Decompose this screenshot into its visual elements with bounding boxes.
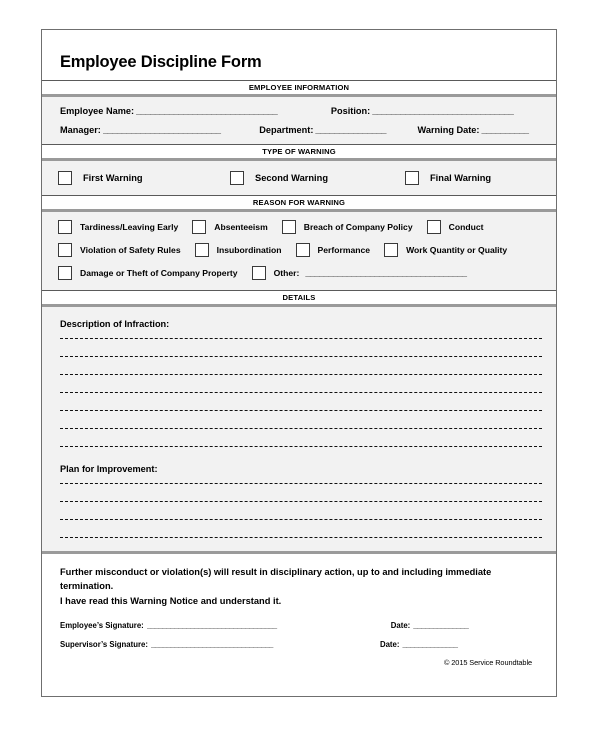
description-line[interactable] xyxy=(60,374,542,375)
form-header: Employee Discipline Form xyxy=(42,30,556,80)
description-line[interactable] xyxy=(60,356,542,357)
reason-option-performance[interactable]: Performance xyxy=(295,243,385,257)
description-line[interactable] xyxy=(60,446,542,447)
plan-line[interactable] xyxy=(60,537,542,538)
plan-for-improvement-label: Plan for Improvement: xyxy=(60,464,158,474)
employee-info-row-2: Manager: _________________________ Depar… xyxy=(60,125,542,135)
section-header-type-of-warning: TYPE OF WARNING xyxy=(42,144,556,161)
checkbox-icon[interactable] xyxy=(295,243,310,257)
supervisor-signature-row: Supervisor’s Signature: ________________… xyxy=(60,640,540,649)
reason-option-other[interactable]: Other: _________________________________… xyxy=(251,266,521,280)
checkbox-icon[interactable] xyxy=(405,171,419,185)
description-line[interactable] xyxy=(60,338,542,339)
department-label: Department: xyxy=(259,125,314,135)
employee-information-fields: Employee Name: _________________________… xyxy=(42,97,556,144)
checkbox-icon[interactable] xyxy=(281,220,296,234)
reason-option-conduct[interactable]: Conduct xyxy=(426,220,498,234)
reason-row-1: Tardiness/Leaving Early Absenteeism Brea… xyxy=(58,220,546,234)
other-input[interactable]: ___________________________________ xyxy=(305,268,520,278)
section-header-label: REASON FOR WARNING xyxy=(252,198,346,207)
details-section: Description of Infraction: Plan for Impr… xyxy=(42,307,556,551)
warning-date-label: Warning Date: xyxy=(417,125,480,135)
section-header-label: EMPLOYEE INFORMATION xyxy=(248,83,350,92)
reason-option-label: Insubordination xyxy=(216,245,282,255)
warning-option-final[interactable]: Final Warning xyxy=(405,171,491,185)
employee-name-label: Employee Name: xyxy=(60,106,135,116)
reason-option-breach-of-company-policy[interactable]: Breach of Company Policy xyxy=(281,220,427,234)
acknowledgment-section: Further misconduct or violation(s) will … xyxy=(42,551,556,668)
checkbox-icon[interactable] xyxy=(230,171,244,185)
warning-option-first[interactable]: First Warning xyxy=(58,171,230,185)
plan-line[interactable] xyxy=(60,483,542,484)
checkbox-icon[interactable] xyxy=(384,243,399,257)
checkbox-icon[interactable] xyxy=(58,220,72,234)
reason-for-warning-options: Tardiness/Leaving Early Absenteeism Brea… xyxy=(42,212,556,290)
reason-option-label: Breach of Company Policy xyxy=(303,222,413,232)
reason-option-label: Conduct xyxy=(448,222,484,232)
employee-date-input[interactable]: ______________ xyxy=(413,621,497,630)
warning-option-label: First Warning xyxy=(83,173,143,183)
page-title: Employee Discipline Form xyxy=(60,53,262,71)
description-of-infraction-label: Description of Infraction: xyxy=(60,319,170,329)
reason-option-label: Tardiness/Leaving Early xyxy=(80,222,179,232)
supervisor-date-label: Date: xyxy=(379,640,400,650)
employee-date-label: Date: xyxy=(390,621,411,631)
checkbox-icon[interactable] xyxy=(426,220,441,234)
reason-row-2: Violation of Safety Rules Insubordinatio… xyxy=(58,243,546,257)
plan-line[interactable] xyxy=(60,519,542,520)
other-label: Other: xyxy=(273,268,300,278)
description-line[interactable] xyxy=(60,410,542,411)
reason-option-damage-or-theft[interactable]: Damage or Theft of Company Property xyxy=(58,266,252,280)
section-header-details: DETAILS xyxy=(42,290,556,307)
checkbox-icon[interactable] xyxy=(251,266,266,280)
manager-input[interactable]: _________________________ xyxy=(103,125,245,135)
employee-signature-input[interactable]: _________________________________ xyxy=(147,621,375,630)
reason-option-label: Work Quantity or Quality xyxy=(406,245,508,255)
reason-option-tardiness[interactable]: Tardiness/Leaving Early xyxy=(58,220,192,234)
checkbox-icon[interactable] xyxy=(58,266,72,280)
reason-option-absenteeism[interactable]: Absenteeism xyxy=(192,220,282,234)
reason-option-label: Performance xyxy=(317,245,371,255)
reason-option-violation-of-safety-rules[interactable]: Violation of Safety Rules xyxy=(58,243,195,257)
section-header-label: DETAILS xyxy=(282,293,316,302)
employee-info-row-1: Employee Name: _________________________… xyxy=(60,106,542,116)
warning-option-second[interactable]: Second Warning xyxy=(230,171,405,185)
copyright-notice: © 2015 Service Roundtable xyxy=(444,658,532,668)
acknowledgment-statement-line-1: Further misconduct or violation(s) will … xyxy=(60,567,492,592)
description-line[interactable] xyxy=(60,392,542,393)
position-label: Position: xyxy=(330,106,371,116)
supervisor-signature-label: Supervisor’s Signature: xyxy=(60,640,148,650)
employee-name-input[interactable]: ______________________________ xyxy=(136,106,317,116)
type-of-warning-options: First Warning Second Warning Final Warni… xyxy=(42,161,556,195)
warning-option-label: Second Warning xyxy=(255,173,328,183)
reason-option-label: Violation of Safety Rules xyxy=(80,245,181,255)
reason-option-work-quantity-or-quality[interactable]: Work Quantity or Quality xyxy=(384,243,521,257)
reason-option-label: Absenteeism xyxy=(214,222,268,232)
section-header-label: TYPE OF WARNING xyxy=(262,147,336,156)
discipline-form-page: Employee Discipline Form EMPLOYEE INFORM… xyxy=(41,29,557,697)
description-line[interactable] xyxy=(60,428,542,429)
warning-option-label: Final Warning xyxy=(430,173,492,183)
employee-signature-row: Employee’s Signature: __________________… xyxy=(60,621,540,630)
checkbox-icon[interactable] xyxy=(192,220,207,234)
position-input[interactable]: ______________________________ xyxy=(372,106,542,116)
department-input[interactable]: _______________ xyxy=(315,125,403,135)
warning-date-input[interactable]: __________ xyxy=(481,125,542,135)
employee-signature-label: Employee’s Signature: xyxy=(60,621,144,631)
supervisor-date-input[interactable]: ______________ xyxy=(402,640,486,649)
manager-label: Manager: xyxy=(60,125,101,135)
checkbox-icon[interactable] xyxy=(194,243,209,257)
acknowledgment-statement-line-2: I have read this Warning Notice and unde… xyxy=(60,595,282,606)
section-header-reason-for-warning: REASON FOR WARNING xyxy=(42,195,556,212)
supervisor-signature-input[interactable]: _______________________________ xyxy=(151,640,364,649)
checkbox-icon[interactable] xyxy=(58,171,72,185)
plan-line[interactable] xyxy=(60,501,542,502)
checkbox-icon[interactable] xyxy=(58,243,72,257)
reason-row-3: Damage or Theft of Company Property Othe… xyxy=(58,266,546,280)
section-header-employee-information: EMPLOYEE INFORMATION xyxy=(42,80,556,97)
reason-option-insubordination[interactable]: Insubordination xyxy=(194,243,296,257)
reason-option-label: Damage or Theft of Company Property xyxy=(80,268,238,278)
